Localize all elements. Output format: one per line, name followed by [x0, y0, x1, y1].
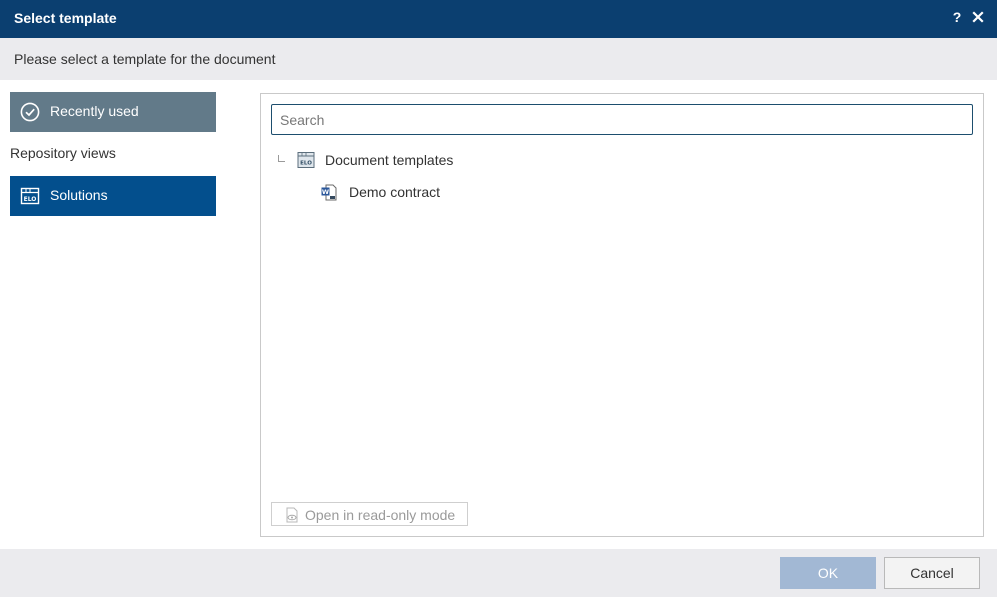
- template-panel: ELO Document templates W Demo contract O…: [260, 93, 984, 537]
- tree-node-label: Document templates: [325, 152, 454, 168]
- solutions-label: Solutions: [50, 187, 108, 203]
- recently-used-button[interactable]: Recently used: [10, 92, 216, 132]
- search-input[interactable]: [271, 104, 973, 135]
- dialog-title: Select template: [14, 10, 117, 26]
- sidebar: Recently used Repository views ELO Solut…: [0, 80, 240, 549]
- repository-views-label: Repository views: [10, 145, 116, 161]
- recently-used-label: Recently used: [50, 103, 139, 119]
- dialog-footer: OK Cancel: [0, 549, 997, 597]
- close-icon[interactable]: [971, 10, 985, 24]
- svg-text:ELO: ELO: [24, 196, 37, 203]
- dialog-subheader: Please select a template for the documen…: [0, 38, 997, 80]
- solutions-button[interactable]: ELO Solutions: [10, 176, 216, 216]
- word-document-icon: W: [321, 184, 337, 201]
- cancel-button[interactable]: Cancel: [884, 557, 980, 589]
- read-only-eye-icon: [284, 507, 300, 523]
- tree-node-demo-contract[interactable]: W Demo contract: [321, 181, 521, 203]
- ok-button[interactable]: OK: [780, 557, 876, 589]
- svg-text:ELO: ELO: [300, 161, 312, 167]
- tree-connector: [278, 155, 285, 162]
- open-read-only-button[interactable]: Open in read-only mode: [271, 502, 468, 526]
- help-icon[interactable]: ?: [951, 9, 963, 25]
- svg-text:W: W: [322, 188, 329, 196]
- dialog-titlebar: Select template ?: [0, 0, 997, 38]
- tree-node-label: Demo contract: [349, 184, 441, 200]
- check-circle-icon: [20, 102, 40, 122]
- elo-folder-icon: ELO: [297, 151, 315, 169]
- tree-node-document-templates[interactable]: ELO Document templates: [271, 149, 571, 171]
- elo-repository-icon: ELO: [20, 186, 40, 206]
- dialog-subtitle: Please select a template for the documen…: [14, 51, 276, 67]
- open-read-only-label: Open in read-only mode: [305, 507, 456, 523]
